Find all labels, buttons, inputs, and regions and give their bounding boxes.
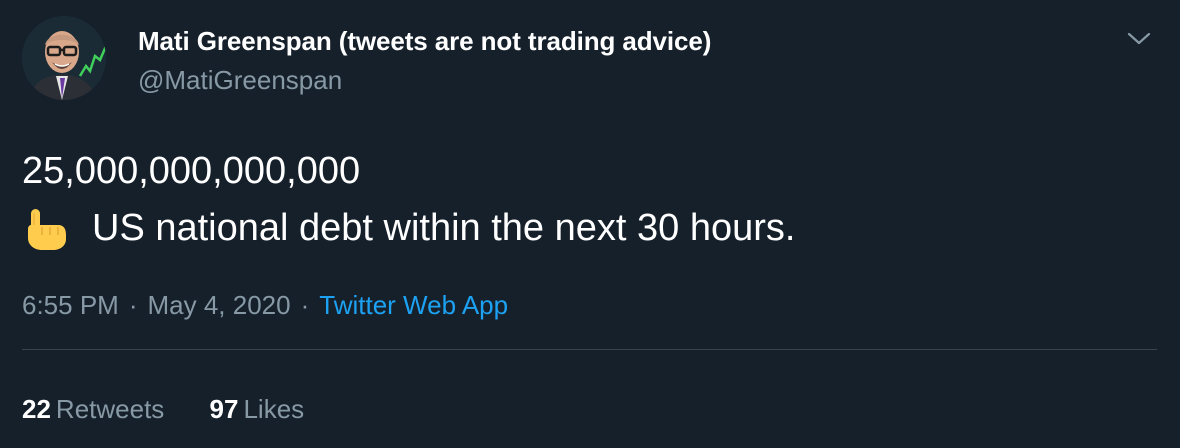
tweet-date[interactable]: May 4, 2020 — [148, 290, 291, 320]
tweet-source-link[interactable]: Twitter Web App — [319, 290, 508, 320]
tweet-line-message-text: US national debt within the next 30 hour… — [92, 207, 796, 249]
chevron-down-icon[interactable] — [1122, 26, 1156, 50]
avatar[interactable] — [22, 16, 106, 100]
likes-count: 97 — [209, 394, 239, 424]
retweets-count: 22 — [22, 394, 51, 424]
divider — [22, 349, 1157, 350]
tweet-stats: 22 Retweets 97 Likes — [22, 394, 304, 425]
tweet-line-number: 25,000,000,000,000 — [22, 150, 361, 192]
retweets-label: Retweets — [55, 394, 165, 424]
meta-separator: · — [128, 290, 138, 320]
retweets-stat[interactable]: 22 Retweets — [22, 394, 164, 425]
likes-stat[interactable]: 97 Likes — [210, 394, 305, 425]
tweet-time[interactable]: 6:55 PM — [22, 290, 119, 320]
author-handle[interactable]: @MatiGreenspan — [138, 65, 342, 96]
avatar-image — [22, 16, 106, 100]
pointing-up-hand-icon — [22, 207, 70, 251]
likes-label: Likes — [243, 394, 305, 424]
meta-separator: · — [300, 290, 310, 320]
tweet-meta: 6:55 PM · May 4, 2020 · Twitter Web App — [22, 290, 508, 321]
tweet-card: Mati Greenspan (tweets are not trading a… — [0, 0, 1180, 448]
tweet-text: 25,000,000,000,000 US national debt with… — [22, 143, 795, 257]
tweet-line-message: US national debt within the next 30 hour… — [22, 200, 795, 257]
author-display-name[interactable]: Mati Greenspan (tweets are not trading a… — [138, 26, 711, 57]
